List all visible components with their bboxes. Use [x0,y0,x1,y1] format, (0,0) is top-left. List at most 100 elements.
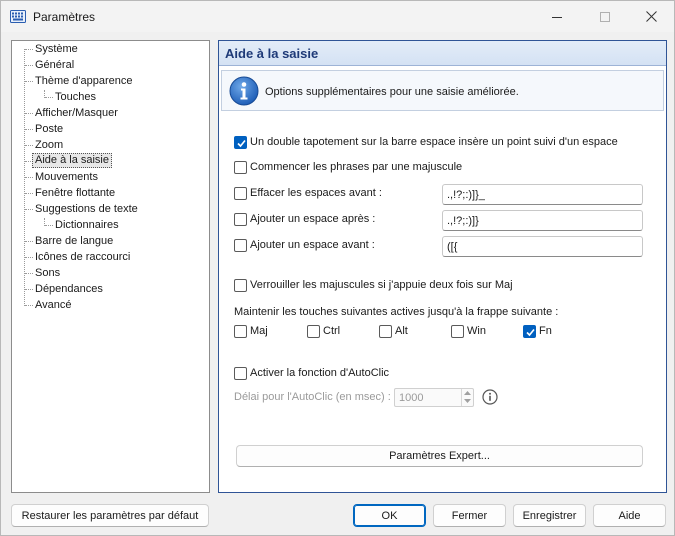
tree-item-barre-langue[interactable]: Barre de langue [33,234,115,249]
space-after-option[interactable]: Ajouter un espace après : [234,211,375,227]
info-box: Options supplémentaires pour une saisie … [221,70,664,111]
win-checkbox[interactable] [451,324,464,338]
erase-before-option[interactable]: Effacer les espaces avant : [234,185,382,201]
sticky-key-maj[interactable]: Maj [234,323,268,339]
sticky-key-ctrl[interactable]: Ctrl [307,323,340,339]
close-window-button[interactable] [628,1,674,32]
title-bar: Paramètres [1,1,674,32]
tree-connector [25,289,33,290]
autoclick-delay-label: Délai pour l'AutoClic (en msec) : [234,391,391,403]
tree-connector [25,113,33,114]
tree-item-touches[interactable]: Touches [53,90,98,105]
tree-connector [25,145,33,146]
space-before-label: Ajouter un espace avant : [250,239,375,251]
maj-checkbox[interactable] [234,324,247,338]
spinner-buttons [461,389,473,406]
tree-item-sons[interactable]: Sons [33,266,62,281]
tree-connector [45,97,53,98]
double-tap-option[interactable]: Un double tapotement sur la barre espace… [234,134,618,150]
tree-connector [25,305,33,306]
save-button[interactable]: Enregistrer [513,504,586,527]
tree-connector [25,257,33,258]
expert-settings-button[interactable]: Paramètres Expert... [236,445,643,467]
sticky-key-alt[interactable]: Alt [379,323,408,339]
space-before-input[interactable] [442,236,643,257]
window-title: Paramètres [33,10,96,24]
tree-item-theme[interactable]: Thème d'apparence [33,74,135,89]
caret-up-icon [464,391,471,395]
space-before-option[interactable]: Ajouter un espace avant : [234,237,375,253]
alt-checkbox[interactable] [379,324,392,338]
tree-connector [25,81,33,82]
maximize-button[interactable] [582,1,628,32]
panel-header: Aide à la saisie [219,41,666,66]
tree-item-poste[interactable]: Poste [33,122,65,137]
close-button[interactable]: Fermer [433,504,506,527]
close-icon [645,11,657,22]
fn-checkbox[interactable] [523,324,536,338]
tree-item-aide-saisie[interactable]: Aide à la saisie [32,153,112,168]
fn-label: Fn [539,325,552,337]
tree-item-icones-raccourci[interactable]: Icônes de raccourci [33,250,132,265]
erase-before-label: Effacer les espaces avant : [250,187,382,199]
autoclick-label: Activer la fonction d'AutoClic [250,367,390,379]
tree-item-afficher-masquer[interactable]: Afficher/Masquer [33,106,120,121]
info-circle-icon[interactable] [482,389,498,405]
autoclick-delay-spinner[interactable]: 1000 [394,388,474,407]
settings-window: Paramètres Système Général Thème d'appar… [0,0,675,536]
ctrl-label: Ctrl [323,325,341,337]
sticky-key-win[interactable]: Win [451,323,486,339]
ctrl-checkbox[interactable] [307,324,320,338]
caret-down-icon [464,399,471,403]
tree-connector [45,225,53,226]
autoclick-checkbox[interactable] [234,366,247,380]
tree-item-dictionnaires[interactable]: Dictionnaires [53,218,121,233]
tree-connector [25,193,33,194]
erase-before-input[interactable] [442,184,643,205]
tree-item-systeme[interactable]: Système [33,42,80,57]
minimize-button[interactable] [534,1,580,32]
spinner-up-button[interactable] [462,389,473,397]
space-before-checkbox[interactable] [234,238,247,252]
capitalize-option[interactable]: Commencer les phrases par une majuscule [234,159,462,175]
keyboard-icon [10,10,26,23]
space-after-checkbox[interactable] [234,212,247,226]
double-tap-checkbox[interactable] [234,135,247,149]
checkmark-icon [237,139,246,147]
autoclick-delay-value: 1000 [399,392,424,404]
autoclick-option[interactable]: Activer la fonction d'AutoClic [234,365,389,381]
help-button[interactable]: Aide [593,504,666,527]
space-after-label: Ajouter un espace après : [250,213,376,225]
capitalize-checkbox[interactable] [234,160,247,174]
settings-panel: Aide à la saisie Options supplémentaires… [218,40,667,493]
tree-item-zoom[interactable]: Zoom [33,138,65,153]
info-text: Options supplémentaires pour une saisie … [265,86,519,98]
tree-connector [25,49,33,50]
tree-connector [25,129,33,130]
info-icon [229,76,259,106]
spinner-down-button[interactable] [462,397,473,405]
tree-item-general[interactable]: Général [33,58,76,73]
sticky-key-fn[interactable]: Fn [523,323,552,339]
minimize-icon [552,16,562,18]
category-tree[interactable]: Système Général Thème d'apparence Touche… [11,40,210,493]
tree-item-suggestions[interactable]: Suggestions de texte [33,202,140,217]
sticky-keys-label: Maintenir les touches suivantes actives … [234,306,559,318]
tree-connector [25,209,33,210]
caps-lock-checkbox[interactable] [234,278,247,292]
restore-defaults-button[interactable]: Restaurer les paramètres par défaut [11,504,209,527]
ok-button[interactable]: OK [353,504,426,527]
tree-connector [25,273,33,274]
win-label: Win [467,325,486,337]
tree-connector [25,241,33,242]
alt-label: Alt [395,325,408,337]
caps-lock-option[interactable]: Verrouiller les majuscules si j'appuie d… [234,277,513,293]
tree-connector [25,177,33,178]
space-after-input[interactable] [442,210,643,231]
tree-item-mouvements[interactable]: Mouvements [33,170,100,185]
erase-before-checkbox[interactable] [234,186,247,200]
tree-item-fenetre-flottante[interactable]: Fenêtre flottante [33,186,117,201]
tree-item-dependances[interactable]: Dépendances [33,282,105,297]
tree-item-avance[interactable]: Avancé [33,298,74,313]
caps-lock-label: Verrouiller les majuscules si j'appuie d… [250,279,513,291]
